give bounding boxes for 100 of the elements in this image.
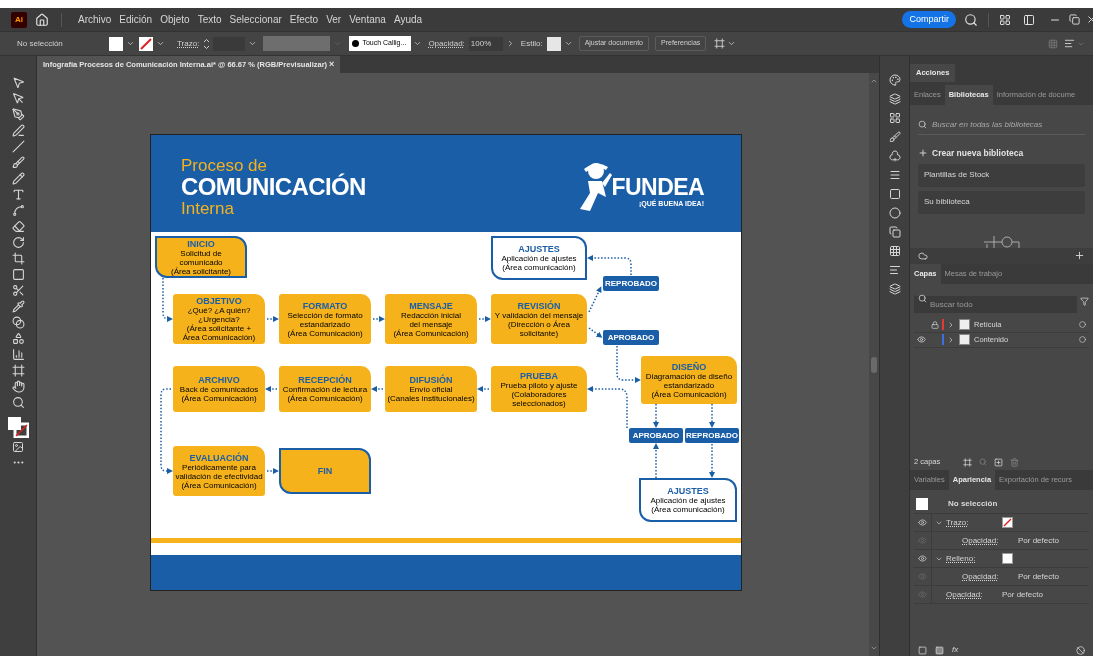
fill-swatch-icon[interactable]	[1002, 553, 1013, 564]
variable-width-field[interactable]	[263, 36, 331, 51]
dropdown-icon[interactable]	[413, 39, 423, 48]
fill-swatch[interactable]	[109, 36, 123, 51]
attribute-label[interactable]: Opacidad:	[946, 588, 1002, 601]
search-icon[interactable]	[964, 12, 978, 27]
new-layer-icon[interactable]	[994, 457, 1004, 467]
clear-icon[interactable]	[1076, 645, 1085, 655]
visibility-icon[interactable]	[916, 335, 926, 345]
step-description: Confirmación de lectura (Área Comunicación)	[281, 385, 369, 403]
cloud-icon[interactable]	[918, 250, 928, 261]
align-icon[interactable]	[888, 264, 901, 276]
filter-icon[interactable]	[1080, 297, 1089, 307]
brand-name: FUNDEA	[611, 175, 704, 199]
opacity-label[interactable]: Opacidad:	[428, 37, 465, 50]
library-item[interactable]: Plantillas de Stock	[918, 163, 1085, 187]
scissors-icon[interactable]	[11, 284, 25, 297]
dropdown-icon[interactable]	[563, 39, 573, 48]
align-grid-icon[interactable]	[888, 245, 901, 257]
hand-icon[interactable]	[11, 380, 25, 393]
stroke-label[interactable]: Trazo:	[177, 37, 200, 50]
menu-item[interactable]: Ayuda	[389, 12, 427, 27]
shapes-icon[interactable]	[11, 332, 25, 345]
artboard-icon[interactable]	[963, 457, 973, 467]
style-swatch[interactable]	[546, 36, 561, 51]
crop-icon[interactable]	[11, 252, 25, 265]
search-field[interactable]: Buscar en todas las bibliotecas	[932, 118, 1082, 131]
brushes-icon[interactable]	[888, 131, 901, 143]
menu-item[interactable]: Edición	[115, 12, 157, 27]
library-item[interactable]: Su biblioteca	[918, 190, 1085, 214]
pencil-icon[interactable]	[11, 172, 25, 185]
stepper-arrows-icon[interactable]	[203, 37, 211, 50]
library-illustration-drawing	[981, 233, 1022, 248]
menu-item[interactable]: Seleccionar	[225, 12, 286, 27]
line-icon[interactable]	[11, 140, 25, 153]
create-library-button[interactable]: Crear nueva biblioteca	[918, 147, 1085, 160]
add-icon[interactable]	[1074, 250, 1085, 262]
chart-icon[interactable]	[11, 348, 25, 361]
menu-item[interactable]: Archivo	[74, 12, 116, 27]
swatches-icon[interactable]	[888, 112, 901, 124]
rectangle-icon[interactable]	[11, 268, 25, 281]
curve-pen-icon[interactable]	[11, 124, 25, 137]
step-description: Selección de formato estandarizado (Área Comunicación)	[286, 310, 364, 338]
no-stroke-swatch-icon[interactable]	[139, 36, 153, 51]
blend-icon[interactable]	[11, 316, 25, 329]
restore-icon[interactable]	[1069, 14, 1080, 25]
vertical-scrollbar[interactable]	[869, 73, 879, 656]
eyedropper-icon[interactable]	[11, 300, 25, 313]
home-icon[interactable]	[35, 12, 49, 27]
fill-stroke-swatches-icon[interactable]	[7, 416, 29, 438]
scroll-thumb[interactable]	[871, 356, 877, 373]
new-stroke-icon[interactable]	[918, 645, 927, 655]
menu-item[interactable]: Efecto	[285, 12, 323, 27]
rotate-icon[interactable]	[11, 236, 25, 249]
step-description: Solicitud de comunicado (Área solicitante)	[170, 248, 232, 276]
title-line: Proceso de	[181, 157, 267, 174]
transform-icon[interactable]	[888, 226, 901, 238]
no-stroke-swatch-icon[interactable]	[1002, 517, 1013, 528]
attribute-label[interactable]: Relleno:	[946, 552, 1002, 565]
menu-item[interactable]: Ventana	[345, 12, 390, 27]
attribute-label[interactable]: Opacidad:	[962, 570, 1018, 583]
pen-icon[interactable]	[11, 108, 25, 121]
search-icon	[918, 120, 927, 129]
dropdown-icon[interactable]	[248, 39, 258, 48]
symbols-icon[interactable]	[888, 150, 901, 162]
dropdown-icon[interactable]	[126, 39, 135, 48]
dropdown-icon[interactable]	[727, 39, 737, 48]
brush-icon[interactable]	[11, 156, 25, 169]
zoom-icon[interactable]	[11, 396, 25, 409]
direct-selection-icon[interactable]	[11, 92, 25, 105]
stroke-lines-icon[interactable]	[888, 169, 901, 181]
new-fill-icon[interactable]	[935, 645, 944, 655]
step-title: AJUSTES	[667, 486, 709, 496]
eraser-icon[interactable]	[11, 220, 25, 233]
type-icon[interactable]	[11, 188, 25, 201]
menu-item[interactable]: Texto	[193, 12, 226, 27]
effects-button[interactable]: fx	[952, 644, 959, 656]
app-logo[interactable]: Ai	[11, 11, 27, 28]
opacity-field[interactable]: 100%	[468, 36, 503, 51]
panel-layout-icon[interactable]	[1023, 13, 1035, 26]
workspace-icon[interactable]	[999, 13, 1011, 26]
scroll-up-icon[interactable]	[870, 77, 878, 85]
tab-close-button[interactable]: ×	[329, 57, 335, 72]
appearance-circle-icon[interactable]	[888, 207, 901, 219]
layer-search-field[interactable]: Buscar todo	[914, 295, 1077, 313]
screen-mode-icon[interactable]	[12, 441, 24, 453]
dropdown-icon[interactable]	[156, 39, 165, 48]
attribute-label[interactable]: Trazo:	[946, 516, 1002, 529]
curve-icon[interactable]	[11, 204, 25, 217]
menu-item[interactable]: Objeto	[156, 12, 194, 27]
attribute-label[interactable]: Opacidad:	[962, 534, 1018, 547]
artboard-icon[interactable]	[11, 364, 25, 377]
selection-arrow-icon[interactable]	[11, 76, 25, 89]
share-button[interactable]: Compartir	[902, 11, 956, 28]
menu-item[interactable]: Ver	[322, 12, 346, 27]
lock-icon[interactable]	[931, 320, 939, 329]
scroll-down-icon[interactable]	[870, 644, 878, 652]
step-description: Diagramación de diseño estandarizado (Área Comunicación)	[644, 371, 734, 399]
align-icon[interactable]	[1064, 38, 1075, 49]
palette-icon[interactable]	[888, 74, 901, 86]
